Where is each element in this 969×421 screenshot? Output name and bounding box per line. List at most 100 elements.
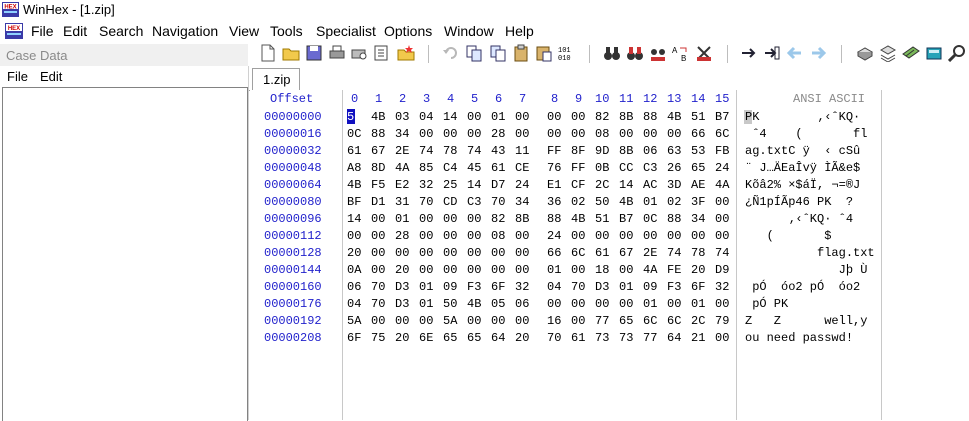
hex-byte[interactable]: 63 (667, 144, 687, 158)
hex-byte[interactable]: 01 (395, 212, 415, 226)
hex-byte[interactable]: 00 (419, 212, 439, 226)
hex-byte[interactable]: 00 (347, 229, 367, 243)
forward-arrow-icon[interactable] (809, 44, 827, 62)
panel-splitter[interactable] (248, 66, 249, 420)
hex-byte[interactable]: 88 (643, 110, 663, 124)
hex-byte[interactable]: 70 (547, 331, 567, 345)
hex-byte[interactable]: 00 (443, 212, 463, 226)
hex-byte[interactable]: 77 (643, 331, 663, 345)
ascii-cell[interactable]: Jþ Ù (745, 263, 868, 277)
hex-byte[interactable]: 00 (371, 212, 391, 226)
hex-byte[interactable]: 00 (619, 297, 639, 311)
hex-byte[interactable]: 00 (371, 229, 391, 243)
hex-byte[interactable]: 06 (643, 144, 663, 158)
hex-byte[interactable]: 00 (547, 297, 567, 311)
hex-byte[interactable]: 08 (491, 229, 511, 243)
hex-byte[interactable]: 45 (467, 161, 487, 175)
hex-byte[interactable]: FB (715, 144, 735, 158)
hex-byte[interactable]: 61 (347, 144, 367, 158)
hex-byte[interactable]: D3 (395, 297, 415, 311)
hex-byte[interactable]: 85 (419, 161, 439, 175)
ram-icon[interactable] (902, 44, 920, 62)
hex-byte[interactable]: 70 (571, 280, 591, 294)
hex-byte[interactable]: 3D (667, 178, 687, 192)
hex-byte[interactable]: 6C (571, 246, 591, 260)
hex-byte[interactable]: CE (515, 161, 535, 175)
ascii-cell[interactable]: Kõâ2% ×$áÏ, ¬=®J (745, 178, 860, 192)
hex-byte[interactable]: 76 (547, 161, 567, 175)
open-folder-icon[interactable] (282, 44, 300, 62)
replace-hex-icon[interactable] (695, 44, 713, 62)
hex-byte[interactable]: 6C (667, 314, 687, 328)
hex-byte[interactable]: 00 (619, 127, 639, 141)
hex-byte[interactable]: 31 (395, 195, 415, 209)
hex-byte[interactable]: 00 (467, 127, 487, 141)
menu-file[interactable]: File (31, 23, 54, 39)
hex-byte[interactable]: 70 (371, 280, 391, 294)
hex-byte[interactable]: 4B (571, 212, 591, 226)
hex-byte[interactable]: 4A (395, 161, 415, 175)
hex-byte[interactable]: 65 (443, 331, 463, 345)
disk-icon[interactable] (856, 44, 874, 62)
hex-byte[interactable]: 00 (515, 314, 535, 328)
hex-byte[interactable]: 00 (515, 127, 535, 141)
hex-byte[interactable]: 65 (467, 331, 487, 345)
menu-help[interactable]: Help (505, 23, 534, 39)
hex-byte[interactable]: 4B (619, 195, 639, 209)
hex-byte[interactable]: 24 (515, 178, 535, 192)
hex-byte[interactable]: 50 (443, 297, 463, 311)
hex-byte[interactable]: 04 (347, 297, 367, 311)
ascii-cell[interactable]: ¨ J…ÄEaÎvÿ ÌÃ&e$ (745, 161, 860, 175)
hex-byte[interactable]: 20 (347, 246, 367, 260)
hex-byte[interactable]: 8B (619, 144, 639, 158)
hex-byte[interactable]: 6F (347, 331, 367, 345)
hex-byte[interactable]: 00 (491, 246, 511, 260)
hex-byte[interactable]: 82 (595, 110, 615, 124)
hex-byte[interactable]: 4B (371, 110, 391, 124)
hex-byte[interactable]: 32 (715, 280, 735, 294)
find-hex-icon[interactable] (649, 44, 667, 62)
hex-byte[interactable]: 01 (491, 110, 511, 124)
hex-byte[interactable]: 00 (571, 229, 591, 243)
hex-byte[interactable]: 00 (491, 314, 511, 328)
hex-byte[interactable]: 28 (491, 127, 511, 141)
undo-icon[interactable] (441, 44, 459, 62)
hex-byte[interactable]: 51 (691, 110, 711, 124)
hex-byte[interactable]: 00 (515, 246, 535, 260)
hex-byte[interactable]: 00 (395, 314, 415, 328)
hex-byte[interactable]: 26 (667, 161, 687, 175)
ascii-cell[interactable]: ou need passwd! (745, 331, 853, 345)
replace-text-icon[interactable]: AB (672, 44, 690, 62)
hex-byte[interactable]: D9 (715, 263, 735, 277)
hex-byte[interactable]: 00 (715, 297, 735, 311)
hex-byte[interactable]: 01 (691, 297, 711, 311)
hex-byte[interactable]: AC (643, 178, 663, 192)
hex-byte[interactable]: 74 (715, 246, 735, 260)
hex-editor[interactable]: Offset 0 1 2 3 4 5 6 7 8 9 10 11 12 13 14 15 ANSI ASCII… (250, 90, 969, 420)
hex-byte[interactable]: 0C (643, 212, 663, 226)
hex-byte[interactable]: 70 (491, 195, 511, 209)
hex-byte[interactable]: B7 (715, 110, 735, 124)
hex-byte[interactable]: AE (691, 178, 711, 192)
save-icon[interactable] (305, 44, 323, 62)
hex-byte[interactable]: 0B (595, 161, 615, 175)
hex-byte[interactable]: 09 (443, 280, 463, 294)
hex-byte[interactable]: D3 (395, 280, 415, 294)
hex-byte[interactable]: 20 (395, 263, 415, 277)
hex-byte[interactable]: A8 (347, 161, 367, 175)
hex-byte[interactable]: 4B (347, 178, 367, 192)
hex-byte[interactable]: 8B (515, 212, 535, 226)
hex-byte[interactable]: 00 (419, 229, 439, 243)
hex-byte[interactable]: 74 (419, 144, 439, 158)
hex-byte[interactable]: 01 (643, 195, 663, 209)
hex-byte[interactable]: 65 (691, 161, 711, 175)
hex-byte[interactable]: 01 (419, 280, 439, 294)
hex-byte[interactable]: 51 (595, 212, 615, 226)
ascii-cell[interactable]: ˆ4 ( fl (745, 127, 867, 141)
menu-tools[interactable]: Tools (270, 23, 303, 39)
hex-byte[interactable]: 01 (619, 280, 639, 294)
print-preview-icon[interactable] (350, 44, 368, 62)
ascii-cell[interactable]: Z Z well,y (745, 314, 867, 328)
hex-byte[interactable]: 6E (419, 331, 439, 345)
hex-byte[interactable]: 00 (467, 246, 487, 260)
